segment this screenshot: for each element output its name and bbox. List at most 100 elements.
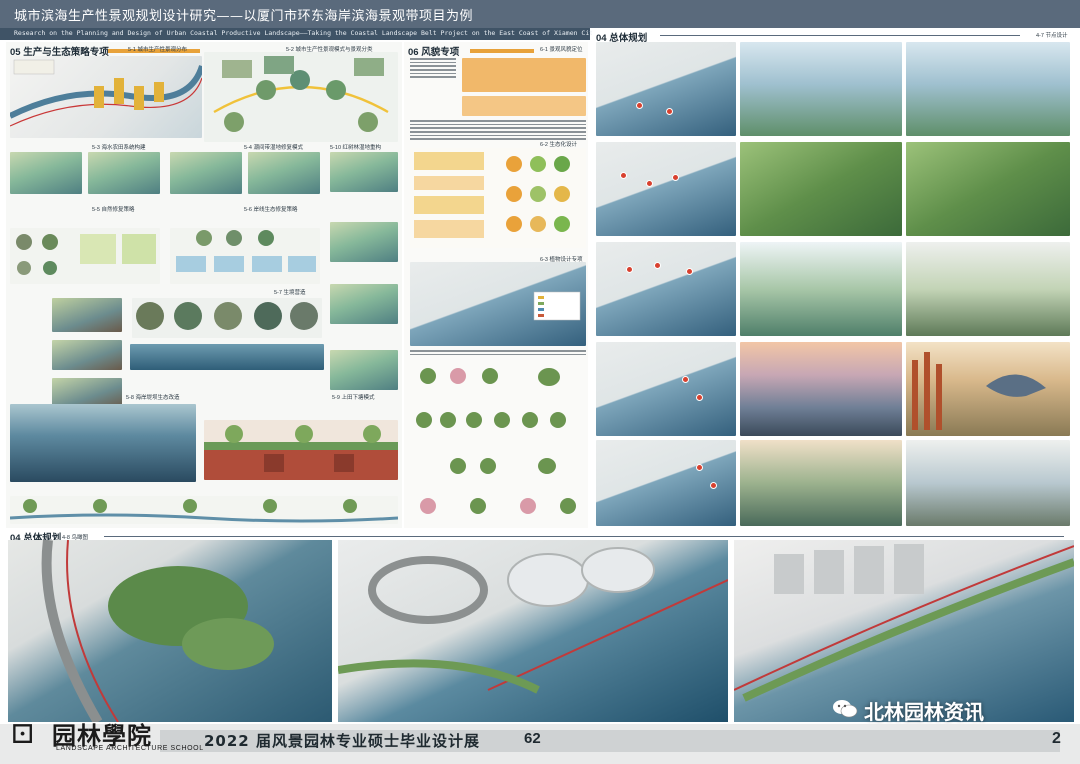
wetland-block-2	[248, 152, 320, 194]
style-orange-card-2	[462, 96, 586, 116]
mangrove-block-4	[330, 350, 398, 390]
node-photo-2a	[740, 142, 902, 236]
watermark-text: 北林园林资讯	[864, 700, 984, 724]
node-photo-3a	[740, 242, 902, 336]
tree-14	[420, 498, 436, 514]
aerial-view-3	[734, 540, 1074, 722]
page-number: 2	[1052, 730, 1061, 747]
node-plan-2	[596, 142, 736, 236]
node-photo-1b	[906, 42, 1070, 136]
pin	[710, 482, 717, 489]
aerial-3-svg	[734, 544, 1074, 702]
sub-title-5-10: 5-10 红树林湿地重构	[330, 145, 382, 151]
style-text-2	[410, 120, 586, 142]
habitat-photos	[132, 298, 322, 338]
pin	[696, 464, 703, 471]
school-logo-en: LANDSCAPE ARCHITECTURE SCHOOL	[56, 745, 204, 752]
sub-title-5-8: 5-8 海岸堤坝生态改造	[126, 395, 180, 401]
page-title: 城市滨海生产性景观规划设计研究——以厦门市环东海岸滨海景观带项目为例	[14, 9, 474, 24]
node-photo-5a	[740, 440, 902, 526]
exhibition-number: 62	[524, 730, 541, 747]
tree-2	[450, 368, 466, 384]
planting-map-svg	[533, 291, 581, 321]
tree-9	[522, 412, 538, 428]
planting-strip-svg	[10, 499, 398, 523]
mangrove-block-3	[330, 284, 398, 324]
tree-row-1	[410, 364, 586, 394]
sub-title-5-5: 5-5 自然修复策略	[92, 207, 135, 213]
habitat-circles-svg	[136, 302, 318, 330]
tree-row-4	[410, 494, 586, 522]
tree-10	[550, 412, 566, 428]
wechat-icon	[833, 700, 858, 718]
tag-4-7: 4-7 节点设计	[1036, 33, 1068, 39]
eco-design-diagram	[410, 148, 586, 248]
page-subtitle: Research on the Planning and Design of U…	[14, 29, 652, 37]
tree-5	[416, 412, 432, 428]
tree-8	[494, 412, 510, 428]
tree-row-3	[410, 454, 586, 482]
sub-title-5-7: 5-7 生境营造	[274, 290, 306, 296]
node-photo-1a	[740, 42, 902, 136]
pin	[696, 394, 703, 401]
shoreline-grids-svg	[176, 230, 316, 272]
dike-section-dark	[10, 404, 196, 482]
sea-farmland-block-1	[10, 152, 82, 194]
node-plan-5	[596, 440, 736, 526]
dike-section-profile	[204, 420, 398, 480]
school-logo-icon: ⊡	[10, 716, 36, 751]
sub-title-6-1: 6-1 景观风貌定位	[540, 47, 583, 53]
aerial-view-2	[338, 540, 728, 722]
tree-row-2	[410, 408, 586, 438]
pin	[620, 172, 627, 179]
tree-4	[538, 368, 560, 386]
pin	[666, 108, 673, 115]
sub-title-5-9: 5-9 上田下塘模式	[332, 395, 375, 401]
pin	[672, 174, 679, 181]
shoreline-grids	[170, 228, 320, 284]
tree-16	[520, 498, 536, 514]
sub-title-5-6: 5-6 岸线生态修复策略	[244, 207, 298, 213]
section-accent-bar-06	[470, 49, 534, 53]
sea-farmland-block-2	[88, 152, 160, 194]
aerial-view-1	[8, 540, 332, 722]
pin	[636, 102, 643, 109]
node-plan-3	[596, 242, 736, 336]
pin	[686, 268, 693, 275]
sub-title-5-1: 5-1 城市生产性景观分布	[128, 47, 187, 53]
node-photo-4a	[740, 342, 902, 436]
tree-3	[482, 368, 498, 384]
eco-design-svg	[414, 152, 570, 238]
tree-7	[466, 412, 482, 428]
mode-arc-svg	[213, 56, 389, 132]
planting-plan-map	[410, 262, 586, 346]
restoration-icons	[10, 228, 160, 284]
section-model-2	[52, 340, 122, 370]
coastline-svg	[10, 59, 202, 127]
section-model-1	[52, 298, 122, 332]
section-accent-bar-04	[660, 35, 1020, 36]
section-title-06: 06 风貌专项	[408, 47, 460, 58]
exhibition-title: 2022 届风景园林专业硕士毕业设计展	[204, 732, 480, 750]
tree-13	[538, 458, 556, 474]
sub-title-5-3: 5-3 海水农田系统构建	[92, 145, 146, 151]
pin	[646, 180, 653, 187]
planting-text	[410, 350, 586, 357]
node-plan-1	[596, 42, 736, 136]
wetland-block-1	[170, 152, 242, 194]
sub-title-5-4: 5-4 潮间带湿地修复模式	[244, 145, 303, 151]
landscape-mode-diagram	[204, 52, 398, 142]
node-plan-4	[596, 342, 736, 436]
tree-12	[480, 458, 496, 474]
restoration-icons-svg	[16, 234, 156, 275]
mangrove-block-2	[330, 222, 398, 262]
whale-sculpture-svg	[912, 352, 1046, 430]
node-photo-2b	[906, 142, 1070, 236]
sub-title-6-2: 6-2 生态化设计	[540, 142, 577, 148]
aerial-1-svg	[41, 540, 274, 722]
tree-11	[450, 458, 466, 474]
pin	[682, 376, 689, 383]
tree-6	[440, 412, 456, 428]
tree-17	[560, 498, 576, 514]
mangrove-block-1	[330, 152, 398, 192]
